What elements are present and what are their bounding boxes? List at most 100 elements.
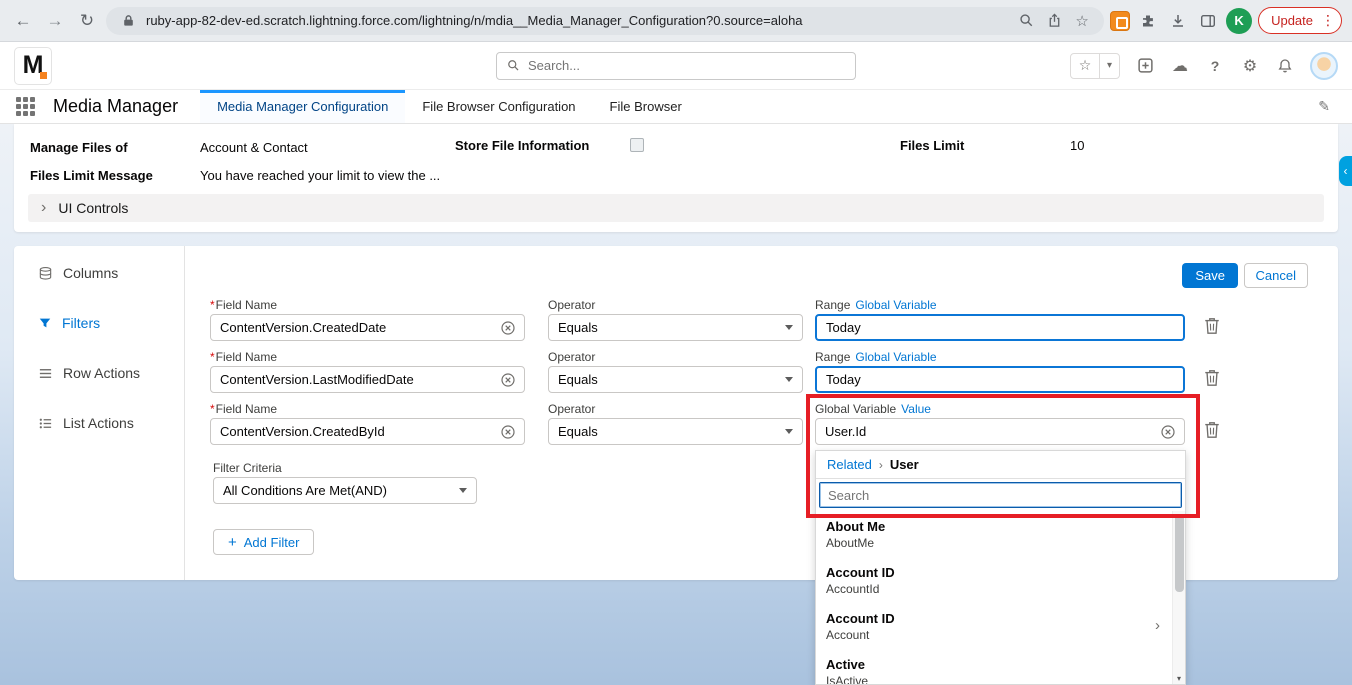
clear-icon[interactable]: [501, 321, 515, 335]
collapse-panel-tab[interactable]: ‹: [1339, 156, 1352, 186]
chevron-down-icon: [785, 325, 793, 330]
delete-filter-icon[interactable]: [1203, 317, 1221, 335]
app-launcher-icon[interactable]: [16, 97, 35, 116]
zoom-icon[interactable]: [1016, 11, 1036, 31]
global-search-input[interactable]: [528, 58, 845, 73]
url-text[interactable]: ruby-app-82-dev-ed.scratch.lightning.for…: [146, 13, 1008, 28]
setup-gear-icon[interactable]: ⚙: [1240, 56, 1260, 76]
tab-file-browser[interactable]: File Browser: [593, 90, 699, 123]
filter-criteria-label: Filter Criteria: [213, 461, 282, 475]
bookmark-star-icon[interactable]: ☆: [1072, 11, 1092, 31]
app-logo-letter: M: [23, 53, 44, 78]
list-item[interactable]: About Me AboutMe: [816, 515, 1172, 555]
sidebar-item-label: Filters: [62, 315, 100, 331]
scrollbar-thumb[interactable]: [1175, 514, 1184, 592]
clear-icon[interactable]: [501, 425, 515, 439]
value-mode-label: RangeGlobal Variable: [815, 350, 1185, 364]
help-icon[interactable]: ?: [1205, 56, 1225, 76]
files-limit-label: Files Limit: [900, 138, 964, 153]
extensions-puzzle-icon[interactable]: [1136, 9, 1160, 33]
operator-select[interactable]: Equals: [548, 366, 803, 393]
operator-select[interactable]: Equals: [548, 418, 803, 445]
share-icon[interactable]: [1044, 11, 1064, 31]
save-button[interactable]: Save: [1182, 263, 1238, 288]
option-api-name: IsActive: [826, 673, 1148, 684]
dropdown-search-box: [819, 482, 1182, 508]
range-value-input-box: [815, 366, 1185, 393]
clear-icon[interactable]: [1161, 425, 1175, 439]
browser-reload-icon[interactable]: ↻: [74, 8, 100, 34]
filter-criteria-value: All Conditions Are Met(AND): [223, 483, 453, 498]
favorites-dropdown-icon[interactable]: ▾: [1099, 54, 1119, 78]
delete-filter-icon[interactable]: [1203, 421, 1221, 439]
chevron-right-icon: ›: [879, 458, 883, 472]
notifications-bell-icon[interactable]: [1275, 56, 1295, 76]
value-mode-label: Global VariableValue: [815, 402, 1185, 416]
cancel-button[interactable]: Cancel: [1244, 263, 1308, 288]
list-item[interactable]: Active IsActive: [816, 653, 1172, 684]
downloads-icon[interactable]: [1166, 9, 1190, 33]
label-text: Field Name: [216, 402, 277, 416]
browser-forward-icon[interactable]: →: [42, 8, 68, 34]
scroll-down-icon[interactable]: ▾: [1173, 674, 1185, 683]
list-item[interactable]: Account ID Account ›: [816, 607, 1172, 647]
list-item[interactable]: Account ID AccountId: [816, 561, 1172, 601]
global-header: M ☆ ▾ ☁ ? ⚙: [0, 42, 1352, 90]
chevron-right-icon[interactable]: ›: [1155, 617, 1160, 634]
trailhead-cloud-icon[interactable]: ☁: [1170, 56, 1190, 76]
tab-label: File Browser: [610, 99, 682, 114]
sidebar-item-list-actions[interactable]: List Actions: [14, 398, 184, 448]
favorites-star-icon[interactable]: ☆: [1071, 54, 1099, 78]
add-filter-button[interactable]: + Add Filter: [213, 529, 314, 555]
screen: ← → ↻ ruby-app-82-dev-ed.scratch.lightni…: [0, 0, 1352, 685]
operator-value: Equals: [558, 372, 779, 387]
field-name-input[interactable]: [220, 424, 495, 439]
browser-menu-icon[interactable]: ⋮: [1321, 12, 1335, 29]
columns-icon: [38, 266, 53, 281]
option-label: About Me: [826, 518, 1148, 535]
chevron-down-icon: [785, 377, 793, 382]
sidebar-item-filters[interactable]: Filters: [14, 298, 184, 348]
tab-media-manager-configuration[interactable]: Media Manager Configuration: [200, 90, 405, 123]
required-asterisk: *: [210, 298, 215, 312]
field-name-label: *Field Name: [210, 350, 525, 364]
dropdown-search-input[interactable]: [828, 488, 1173, 503]
option-api-name: AccountId: [826, 581, 1148, 598]
operator-select[interactable]: Equals: [548, 314, 803, 341]
value-mode-toggle-link[interactable]: Global Variable: [855, 350, 936, 364]
range-value-input[interactable]: [826, 372, 1174, 387]
sidebar-item-columns[interactable]: Columns: [14, 248, 184, 298]
required-asterisk: *: [210, 350, 215, 364]
files-limit-message-label: Files Limit Message: [30, 168, 153, 183]
field-name-input[interactable]: [220, 372, 495, 387]
browser-profile-avatar[interactable]: K: [1226, 8, 1252, 34]
clear-icon[interactable]: [501, 373, 515, 387]
update-button[interactable]: Update ⋮: [1258, 7, 1342, 34]
pinned-extension-icon[interactable]: [1110, 11, 1130, 31]
search-icon: [507, 59, 520, 72]
global-search-box[interactable]: [496, 52, 856, 80]
global-actions-icon[interactable]: [1135, 56, 1155, 76]
filter-criteria-select[interactable]: All Conditions Are Met(AND): [213, 477, 477, 504]
user-avatar[interactable]: [1310, 52, 1338, 80]
address-bar[interactable]: ruby-app-82-dev-ed.scratch.lightning.for…: [106, 7, 1104, 35]
value-mode-toggle-link[interactable]: Value: [901, 402, 931, 416]
range-value-input[interactable]: [826, 320, 1174, 335]
tab-file-browser-configuration[interactable]: File Browser Configuration: [405, 90, 592, 123]
files-limit-message-value: You have reached your limit to view the …: [200, 168, 440, 183]
side-panel-icon[interactable]: [1196, 9, 1220, 33]
browser-back-icon[interactable]: ←: [10, 8, 36, 34]
dropdown-scrollbar[interactable]: ▾: [1172, 511, 1185, 684]
global-variable-input[interactable]: [825, 424, 1155, 439]
label-text: Range: [815, 298, 850, 312]
sidebar-item-row-actions[interactable]: Row Actions: [14, 348, 184, 398]
store-file-info-checkbox[interactable]: [630, 138, 644, 152]
breadcrumb-related-link[interactable]: Related: [827, 457, 872, 472]
field-name-input[interactable]: [220, 320, 495, 335]
delete-filter-icon[interactable]: [1203, 369, 1221, 387]
field-name-input-box: [210, 418, 525, 445]
value-mode-toggle-link[interactable]: Global Variable: [855, 298, 936, 312]
ui-controls-section[interactable]: › UI Controls: [28, 194, 1324, 222]
edit-pencil-icon[interactable]: ✎: [1318, 98, 1330, 115]
operator-label: Operator: [548, 402, 803, 416]
